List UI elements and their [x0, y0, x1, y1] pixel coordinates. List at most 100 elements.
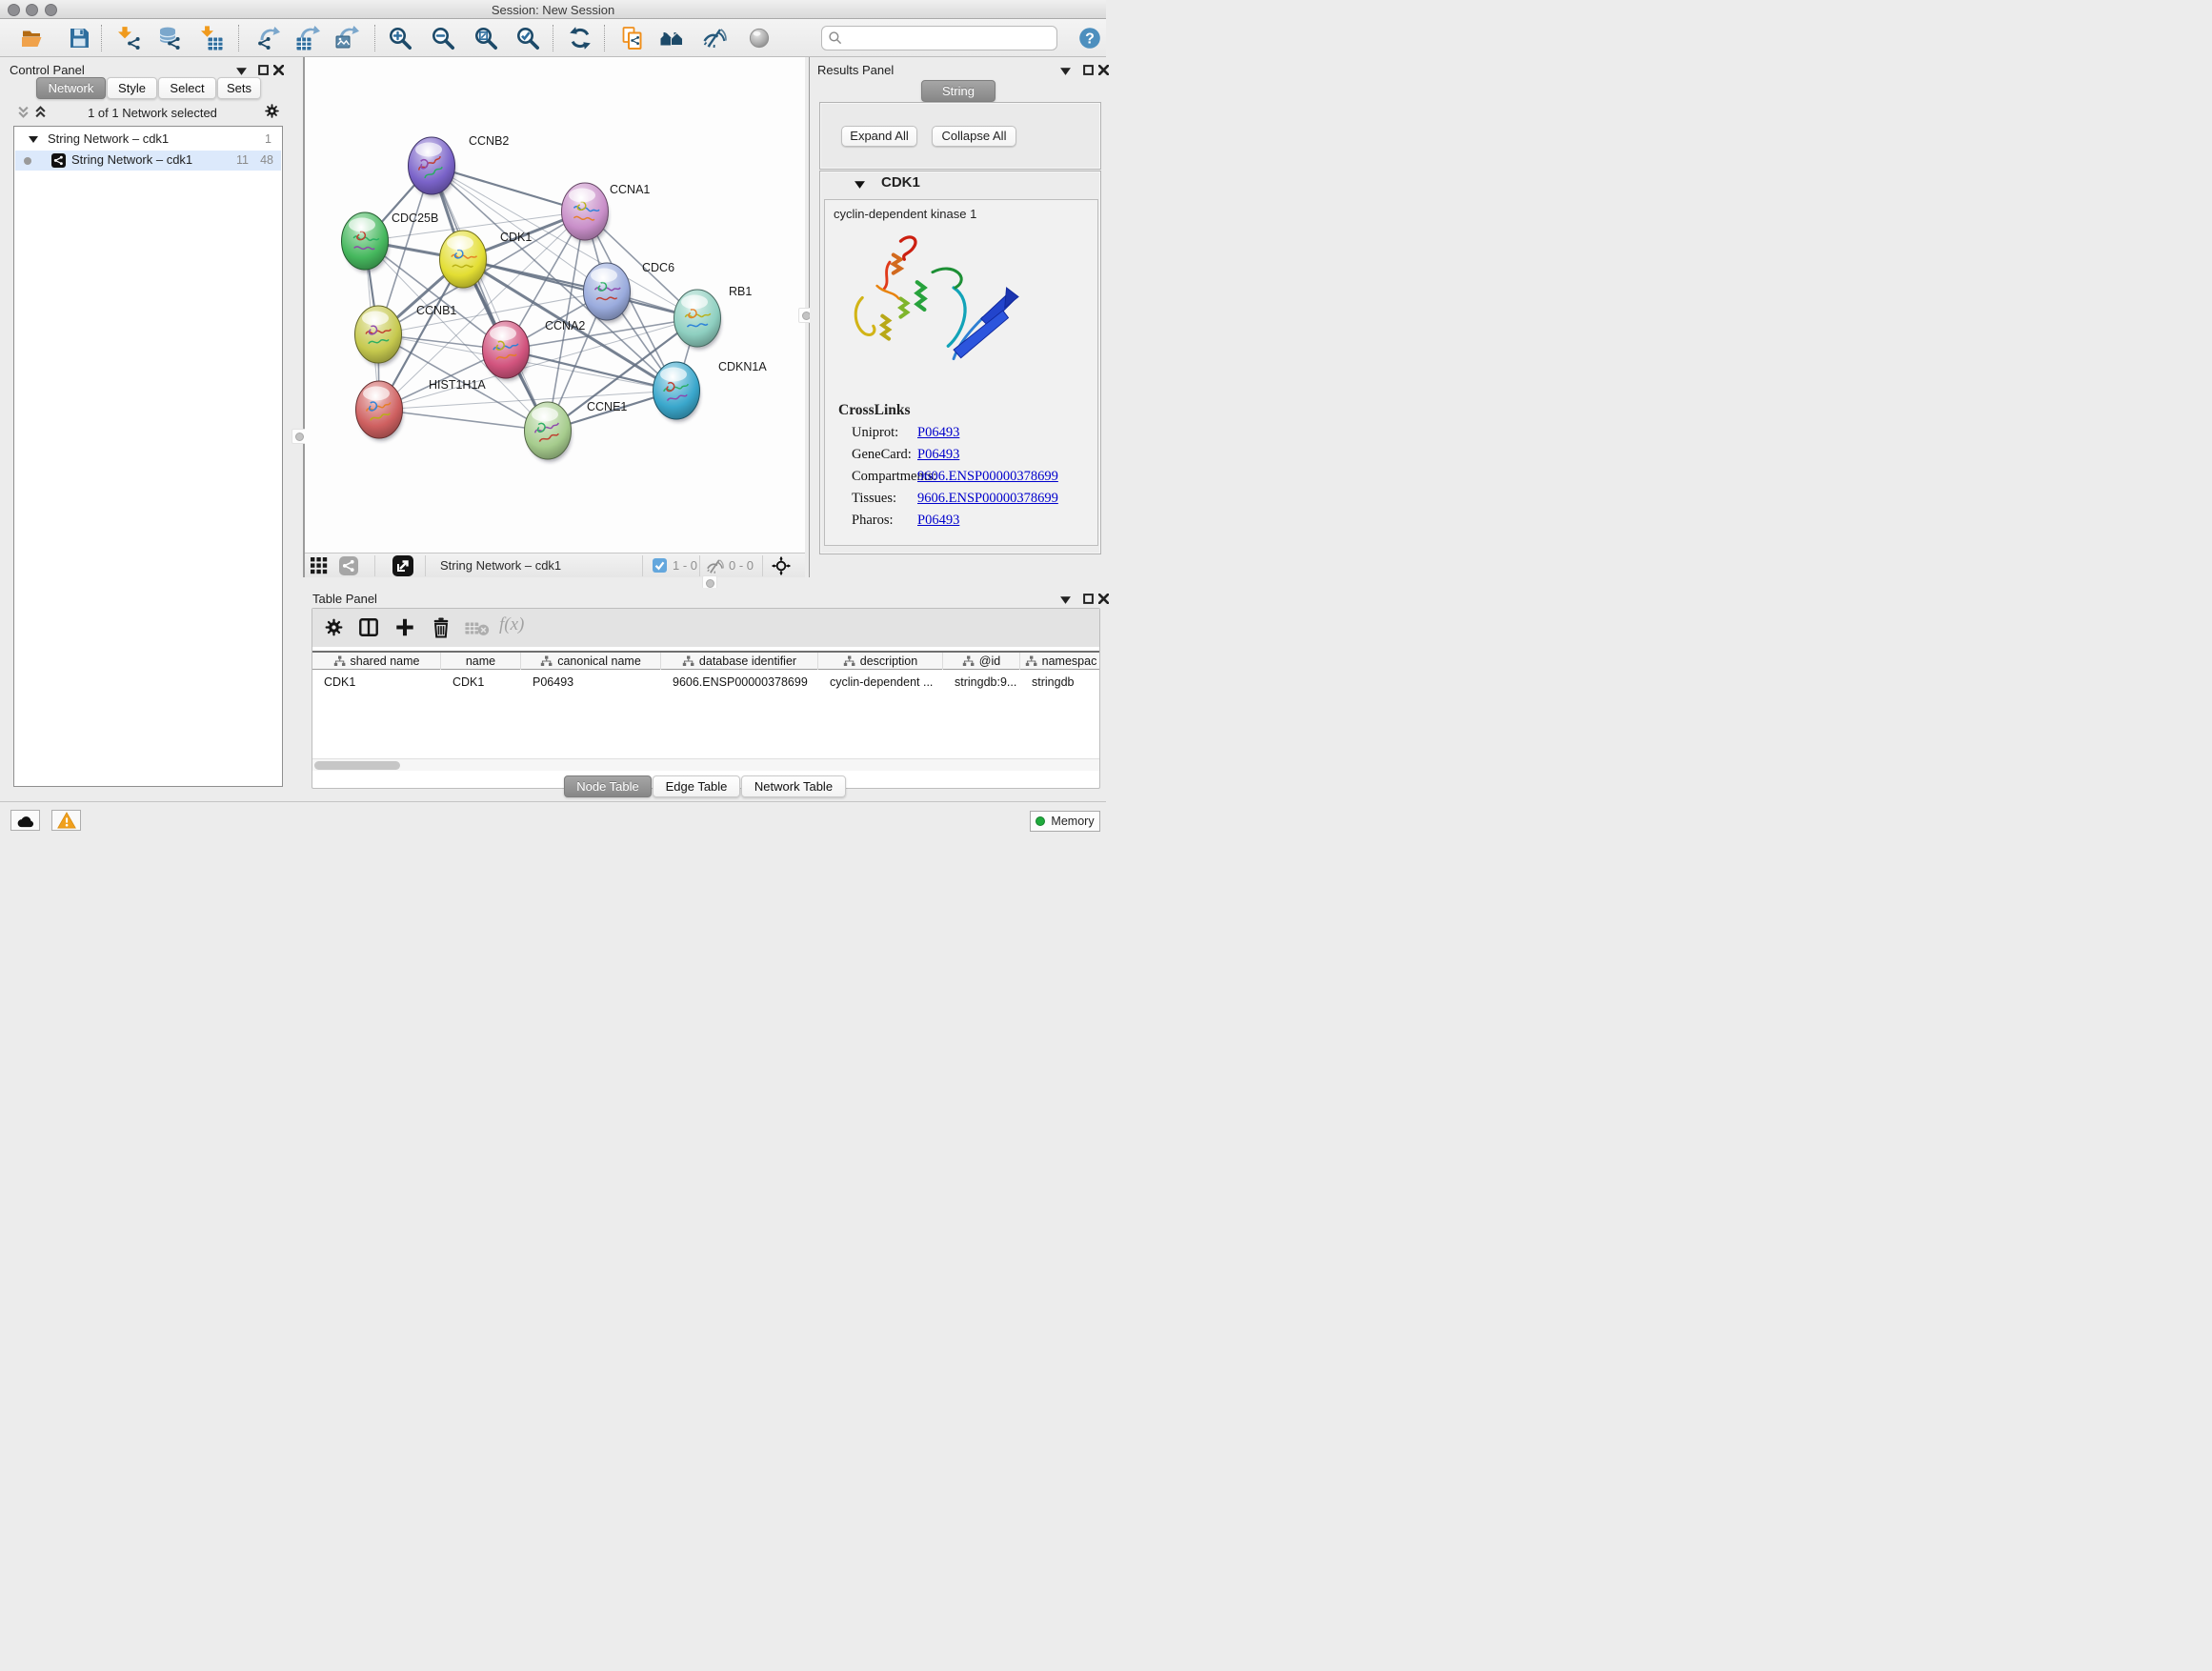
- gene-collapse-icon[interactable]: [855, 181, 865, 189]
- scrollbar-thumb[interactable]: [314, 761, 400, 770]
- crosslink-link[interactable]: 9606.ENSP00000378699: [917, 491, 1058, 507]
- fit-content-crosshair-icon[interactable]: [772, 556, 791, 575]
- import-table-button[interactable]: [199, 26, 224, 50]
- cell-id[interactable]: stringdb:9...: [943, 673, 1020, 693]
- clone-network-button[interactable]: [620, 26, 645, 50]
- tab-style[interactable]: Style: [107, 77, 157, 99]
- crosslink-row: Compartments: 9606.ENSP00000378699: [825, 469, 1097, 491]
- control-panel-menu-icon[interactable]: [236, 68, 247, 75]
- grid-view-icon[interactable]: [311, 557, 328, 574]
- cell-canonical-name[interactable]: P06493: [521, 673, 661, 693]
- network-node-CDKN1A[interactable]: CDKN1A: [654, 360, 768, 422]
- table-panel-float-icon[interactable]: [1083, 594, 1094, 604]
- cell-shared-name[interactable]: CDK1: [312, 673, 441, 693]
- cell-namespace[interactable]: stringdb: [1020, 673, 1101, 693]
- crosslink-link[interactable]: P06493: [917, 513, 959, 529]
- network-row-selected[interactable]: String Network – cdk1 11 48: [15, 151, 281, 171]
- export-network-button[interactable]: [256, 26, 281, 50]
- table-panel-menu-icon[interactable]: [1060, 596, 1071, 604]
- hide-selected-button[interactable]: [702, 26, 727, 50]
- crosslink-link[interactable]: P06493: [917, 447, 959, 463]
- collapse-all-button[interactable]: Collapse All: [932, 126, 1016, 147]
- tab-node-table[interactable]: Node Table: [564, 775, 652, 797]
- show-all-sphere-button[interactable]: [747, 26, 772, 50]
- tab-string[interactable]: String: [921, 80, 995, 102]
- node-label-CDK1: CDK1: [500, 231, 532, 244]
- cell-description[interactable]: cyclin-dependent ...: [818, 673, 943, 693]
- help-button[interactable]: ?: [1077, 26, 1102, 50]
- delete-table-icon[interactable]: [465, 620, 490, 636]
- column-header[interactable]: description: [818, 653, 943, 670]
- column-header[interactable]: namespac: [1020, 653, 1101, 670]
- crosslink-link[interactable]: P06493: [917, 425, 959, 441]
- column-header[interactable]: database identifier: [661, 653, 818, 670]
- results-panel-float-icon[interactable]: [1083, 65, 1094, 75]
- network-node-CDK1[interactable]: CDK1: [440, 231, 533, 291]
- search-input[interactable]: [821, 26, 1057, 50]
- tab-select[interactable]: Select: [158, 77, 216, 99]
- tab-edge-table[interactable]: Edge Table: [653, 775, 740, 797]
- memory-button[interactable]: Memory: [1030, 811, 1100, 832]
- column-header[interactable]: name: [441, 653, 521, 670]
- table-panel-close-icon[interactable]: [1098, 594, 1109, 604]
- zoom-selected-button[interactable]: [515, 26, 540, 50]
- export-image-button[interactable]: [334, 26, 359, 50]
- network-collection-row[interactable]: String Network – cdk1 1: [15, 131, 281, 150]
- results-panel-menu-icon[interactable]: [1060, 68, 1071, 75]
- selected-checkbox-icon[interactable]: [653, 558, 667, 573]
- import-network-button[interactable]: [117, 26, 142, 50]
- network-node-CCNA1[interactable]: CCNA1: [562, 183, 651, 243]
- network-options-gear-icon[interactable]: [264, 103, 280, 119]
- export-table-button[interactable]: [295, 26, 320, 50]
- collapse-all-chevron-icon[interactable]: [17, 106, 30, 118]
- control-panel-float-icon[interactable]: [258, 65, 269, 75]
- tab-network-table[interactable]: Network Table: [741, 775, 846, 797]
- column-header[interactable]: @id: [943, 653, 1020, 670]
- crosslink-link[interactable]: 9606.ENSP00000378699: [917, 469, 1058, 485]
- zoom-out-button[interactable]: [431, 26, 455, 50]
- gene-description: cyclin-dependent kinase 1: [834, 207, 976, 221]
- collection-expand-icon[interactable]: [29, 136, 38, 143]
- warnings-button[interactable]: [51, 810, 81, 831]
- search-icon: [828, 30, 843, 46]
- export-view-icon[interactable]: [392, 555, 413, 576]
- network-node-CCNA2[interactable]: CCNA2: [483, 319, 586, 381]
- column-header[interactable]: shared name: [312, 653, 441, 670]
- crosslink-row: Tissues: 9606.ENSP00000378699: [825, 491, 1097, 513]
- results-panel-close-icon[interactable]: [1098, 65, 1109, 75]
- birdseye-share-icon[interactable]: [339, 556, 358, 575]
- table-horizontal-scrollbar[interactable]: [312, 758, 1099, 771]
- table-row[interactable]: CDK1 CDK1 P06493 9606.ENSP00000378699 cy…: [312, 673, 1099, 693]
- houses-button[interactable]: [659, 26, 684, 50]
- import-network-from-database-button[interactable]: [156, 26, 181, 50]
- network-canvas[interactable]: CCNB2 CCNA1 CDC25B CDK1 CDC6RB1 CCNB1 CCNA2 CDK…: [305, 57, 805, 553]
- network-node-CCNB1[interactable]: CCNB1: [355, 304, 457, 366]
- zoom-fit-button[interactable]: [473, 26, 498, 50]
- expand-all-chevron-icon[interactable]: [34, 106, 47, 118]
- save-session-button[interactable]: [67, 26, 91, 50]
- network-node-CCNB2[interactable]: CCNB2: [409, 134, 510, 197]
- table-options-gear-icon[interactable]: [324, 617, 344, 637]
- show-columns-icon[interactable]: [358, 616, 379, 638]
- open-file-button[interactable]: [20, 26, 45, 50]
- tab-network[interactable]: Network: [36, 77, 106, 99]
- create-column-plus-icon[interactable]: [394, 616, 415, 638]
- expand-all-button[interactable]: Expand All: [841, 126, 917, 147]
- network-list: String Network – cdk1 1 String Network –…: [13, 126, 283, 787]
- column-header[interactable]: canonical name: [521, 653, 661, 670]
- zoom-in-button[interactable]: [388, 26, 412, 50]
- network-node-RB1[interactable]: RB1: [674, 285, 753, 350]
- control-panel-close-icon[interactable]: [273, 65, 284, 75]
- apply-layout-button[interactable]: [568, 26, 593, 50]
- delete-column-trash-icon[interactable]: [432, 616, 451, 638]
- window-titlebar: Session: New Session: [0, 0, 1106, 19]
- tab-sets[interactable]: Sets: [217, 77, 261, 99]
- function-builder-icon[interactable]: f(x): [499, 614, 524, 635]
- hidden-eye-icon[interactable]: [706, 557, 724, 575]
- network-node-HIST1H1A[interactable]: HIST1H1A: [356, 378, 487, 441]
- network-node-CDC6[interactable]: CDC6: [584, 261, 675, 323]
- cell-database-identifier[interactable]: 9606.ENSP00000378699: [661, 673, 818, 693]
- network-node-CDC25B[interactable]: CDC25B: [342, 211, 439, 272]
- cloud-button[interactable]: [10, 810, 40, 831]
- cell-name[interactable]: CDK1: [441, 673, 521, 693]
